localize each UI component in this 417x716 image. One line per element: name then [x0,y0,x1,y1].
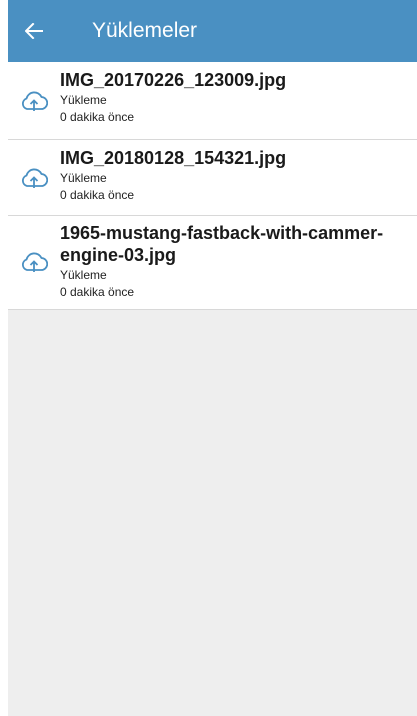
app-window: Yüklemeler IMG_20170226_123009.jpg Yükle… [8,0,417,716]
upload-icon-container [8,167,60,189]
list-item[interactable]: IMG_20170226_123009.jpg Yükleme 0 dakika… [8,62,417,140]
cloud-upload-icon [21,91,48,111]
upload-time: 0 dakika önce [60,188,135,202]
upload-text: IMG_20180128_154321.jpg Yükleme 0 dakika… [60,148,286,204]
upload-icon-container [8,251,60,273]
upload-text: IMG_20170226_123009.jpg Yükleme 0 dakika… [60,70,286,126]
upload-status: Yükleme [60,93,107,107]
back-button[interactable] [8,0,60,62]
cloud-upload-icon [21,168,48,188]
page-title: Yüklemeler [92,19,198,42]
arrow-left-icon [25,23,43,39]
upload-list: IMG_20170226_123009.jpg Yükleme 0 dakika… [8,62,417,310]
file-name: IMG_20180128_154321.jpg [60,148,287,168]
upload-time: 0 dakika önce [60,285,135,299]
file-name: IMG_20170226_123009.jpg [60,70,287,90]
app-bar: Yüklemeler [8,0,417,62]
upload-icon-container [8,90,60,112]
list-item[interactable]: 1965-mustang-fastback-with-cammer- engin… [8,216,417,310]
upload-text: 1965-mustang-fastback-with-cammer- engin… [60,223,383,301]
file-name-line-2: engine-03.jpg [60,245,177,265]
upload-time: 0 dakika önce [60,110,135,124]
upload-status: Yükleme [60,171,107,185]
upload-status: Yükleme [60,268,107,282]
file-name-line-1: 1965-mustang-fastback-with-cammer- [60,223,384,243]
list-item[interactable]: IMG_20180128_154321.jpg Yükleme 0 dakika… [8,140,417,216]
cloud-upload-icon [21,252,48,272]
